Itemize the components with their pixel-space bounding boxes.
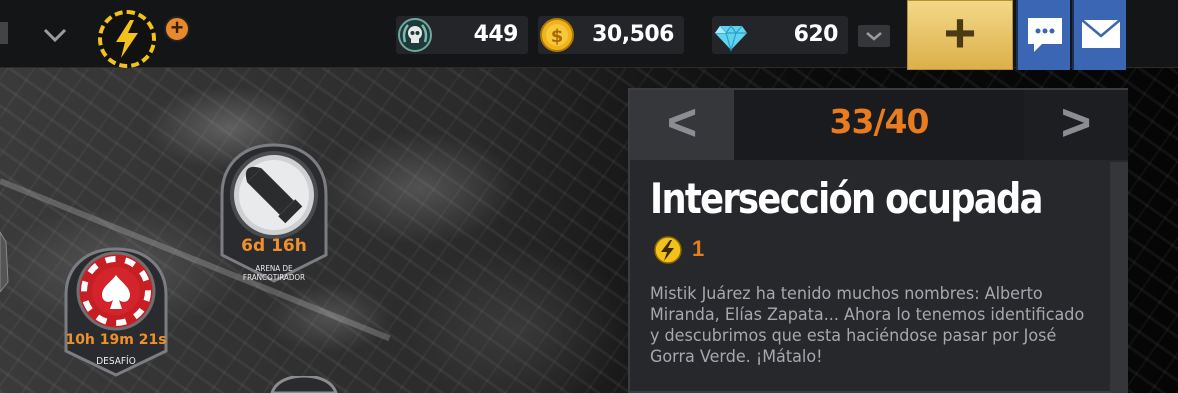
envelope-icon (1081, 19, 1121, 48)
map-marker-partial[interactable] (0, 231, 10, 293)
coins-value: 30,506 (592, 22, 674, 47)
svg-text:$: $ (551, 26, 564, 47)
dollar-coin-icon: $ (540, 18, 574, 52)
skulls-counter: 449 (396, 16, 528, 54)
mail-button[interactable] (1072, 0, 1126, 70)
menu-stub[interactable] (0, 22, 8, 44)
chevron-down-icon[interactable] (40, 22, 70, 48)
add-energy-button[interactable]: + (164, 16, 190, 42)
plus-icon: + (943, 1, 977, 64)
sniper-arena-timer: 6d 16h (241, 236, 307, 256)
chat-bubble-icon (1028, 18, 1062, 52)
skulls-value: 449 (473, 22, 519, 47)
sniper-arena-label: ARENA DE FRANCOTIRADOR (242, 264, 306, 282)
mission-panel: < 33/40 > Intersección ocupada 1 Mistik … (628, 88, 1128, 393)
previous-mission-button[interactable]: < (630, 90, 734, 160)
lightning-bolt-icon (654, 236, 682, 264)
energy-meter[interactable]: + (98, 10, 190, 68)
next-mission-button[interactable]: > (1024, 90, 1128, 160)
mission-description: Mistik Juárez ha tenido muchos nombres: … (650, 284, 1085, 367)
map-marker-sniper-arena[interactable]: 6d 16h ARENA DE FRANCOTIRADOR (218, 143, 330, 283)
mission-title: Intersección ocupada (650, 174, 1043, 223)
gems-counter: 620 (712, 16, 848, 54)
gems-value: 620 (793, 22, 839, 47)
map-marker-challenge[interactable]: 10h 19m 21s DESAFÍO (62, 247, 170, 377)
map-road (0, 178, 391, 342)
sniper-shield-icon (220, 143, 328, 283)
resources-dropdown[interactable] (858, 25, 890, 47)
diamond-icon (715, 24, 747, 52)
mission-counter: 33/40 (829, 102, 930, 141)
coins-counter: $ 30,506 (538, 16, 684, 54)
map-marker-bottom[interactable] (268, 374, 340, 393)
lightning-bolt-icon (116, 20, 138, 58)
skull-laurel-icon (398, 18, 432, 52)
challenge-timer: 10h 19m 21s (65, 332, 167, 348)
mission-pager: < 33/40 > (630, 90, 1128, 160)
panel-scrollbar[interactable] (1110, 162, 1128, 393)
chat-button[interactable] (1016, 0, 1070, 70)
top-bar: + 449 $ 30,506 620 + (0, 0, 1178, 70)
challenge-label: DESAFÍO (96, 356, 136, 367)
energy-cost-value: 1 (692, 236, 705, 261)
chevron-down-icon (866, 32, 882, 41)
buy-currency-button[interactable]: + (907, 0, 1013, 70)
